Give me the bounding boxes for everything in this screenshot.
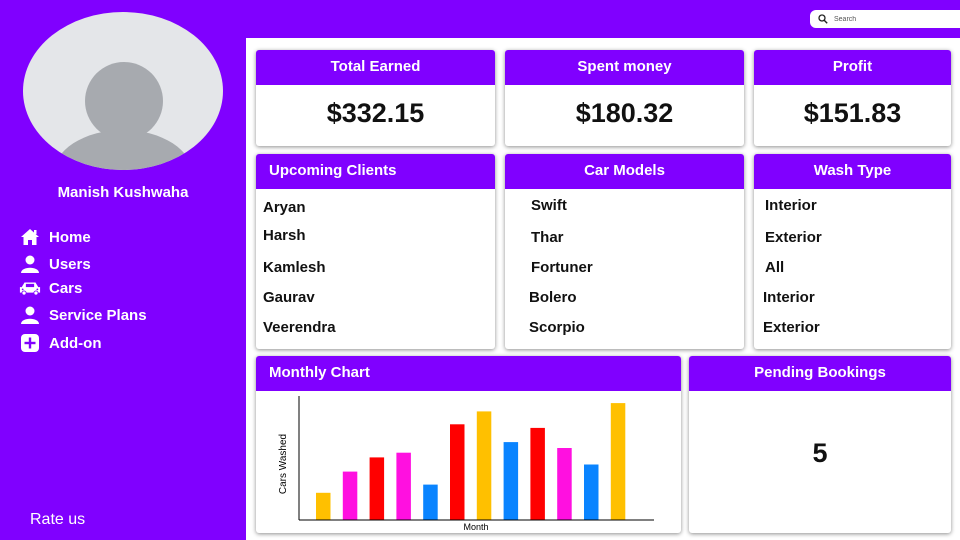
spent-money-card: Spent money $180.32 <box>505 50 744 146</box>
wash-type-item[interactable]: Exterior <box>765 229 822 246</box>
search-bar[interactable] <box>810 10 960 28</box>
card-title: Total Earned <box>256 50 495 85</box>
x-axis-label: Month <box>463 522 488 532</box>
client-item[interactable]: Kamlesh <box>263 259 326 276</box>
chart-bar <box>316 492 331 520</box>
rate-us-link[interactable]: Rate us <box>30 511 85 529</box>
car-model-item[interactable]: Thar <box>531 229 564 246</box>
home-icon <box>19 227 41 247</box>
search-icon <box>818 14 828 24</box>
avatar[interactable] <box>23 12 223 170</box>
sidebar-item-label: Cars <box>49 279 83 297</box>
card-title: Car Models <box>505 154 744 189</box>
main-content: Total Earned $332.15 Spent money $180.32… <box>246 38 960 540</box>
user-name: Manish Kushwaha <box>57 184 189 201</box>
chart-bar <box>610 403 626 520</box>
car-model-item[interactable]: Swift <box>531 197 567 214</box>
chart-bar <box>503 442 519 520</box>
sidebar-item-label: Service Plans <box>49 306 147 324</box>
sidebar-item-home[interactable]: Home <box>19 226 91 248</box>
car-model-item[interactable]: Scorpio <box>529 319 585 336</box>
client-item[interactable]: Veerendra <box>263 319 336 336</box>
profit-value: $151.83 <box>803 98 902 128</box>
car-model-item[interactable]: Fortuner <box>531 259 593 276</box>
sidebar-item-add-on[interactable]: Add-on <box>19 332 101 354</box>
car-icon <box>19 278 41 298</box>
sidebar-item-label: Add-on <box>49 334 102 352</box>
chart-bar <box>369 457 385 520</box>
sidebar-item-users[interactable]: Users <box>19 253 91 275</box>
chart-bar <box>476 411 492 520</box>
spent-money-value: $180.32 <box>575 98 674 128</box>
sidebar-item-label: Home <box>49 228 91 246</box>
card-title: Profit <box>754 50 951 85</box>
client-item[interactable]: Aryan <box>263 199 306 216</box>
chart-bar <box>584 464 599 520</box>
card-title: Pending Bookings <box>689 356 951 391</box>
pending-bookings-value: 5 <box>812 438 828 468</box>
chart-bar <box>530 427 545 520</box>
y-axis-label: Cars Washed <box>278 434 289 494</box>
card-title: Upcoming Clients <box>256 154 495 189</box>
client-item[interactable]: Harsh <box>263 227 306 244</box>
card-title: Spent money <box>505 50 744 85</box>
total-earned-card: Total Earned $332.15 <box>256 50 495 146</box>
user-icon <box>19 254 41 274</box>
search-input[interactable] <box>834 15 944 23</box>
wash-type-card: Wash Type Interior Exterior All Interior… <box>754 154 951 349</box>
monthly-bar-chart: Month Cars Washed <box>278 396 654 532</box>
total-earned-value: $332.15 <box>326 98 425 128</box>
car-model-item[interactable]: Bolero <box>529 289 577 306</box>
wash-type-item[interactable]: Interior <box>765 197 817 214</box>
sidebar-item-cars[interactable]: Cars <box>19 277 82 299</box>
plus-icon <box>19 333 41 353</box>
pending-bookings-card: Pending Bookings 5 <box>689 356 951 533</box>
chart-bars <box>316 403 626 520</box>
sidebar: Manish Kushwaha Home Users Cars Service … <box>0 0 246 540</box>
wash-type-item[interactable]: All <box>765 259 784 276</box>
chart-bar <box>423 484 438 520</box>
card-title: Wash Type <box>754 154 951 189</box>
sidebar-item-service-plans[interactable]: Service Plans <box>19 304 147 326</box>
avatar-head <box>85 62 163 140</box>
client-item[interactable]: Gaurav <box>263 289 315 306</box>
card-title: Monthly Chart <box>256 356 681 391</box>
chart-bar <box>450 424 465 520</box>
wash-type-item[interactable]: Exterior <box>763 319 820 336</box>
avatar-body <box>53 130 193 170</box>
sidebar-item-label: Users <box>49 255 91 273</box>
monthly-chart-card: Monthly Chart Month Cars Washed <box>256 356 681 533</box>
profit-card: Profit $151.83 <box>754 50 951 146</box>
chart-bar <box>396 452 411 520</box>
chart-bar <box>557 448 572 520</box>
wash-type-item[interactable]: Interior <box>763 289 815 306</box>
car-models-card: Car Models Swift Thar Fortuner Bolero Sc… <box>505 154 744 349</box>
user-icon <box>19 305 41 325</box>
chart-bar <box>342 471 358 520</box>
upcoming-clients-card: Upcoming Clients Aryan Harsh Kamlesh Gau… <box>256 154 495 349</box>
